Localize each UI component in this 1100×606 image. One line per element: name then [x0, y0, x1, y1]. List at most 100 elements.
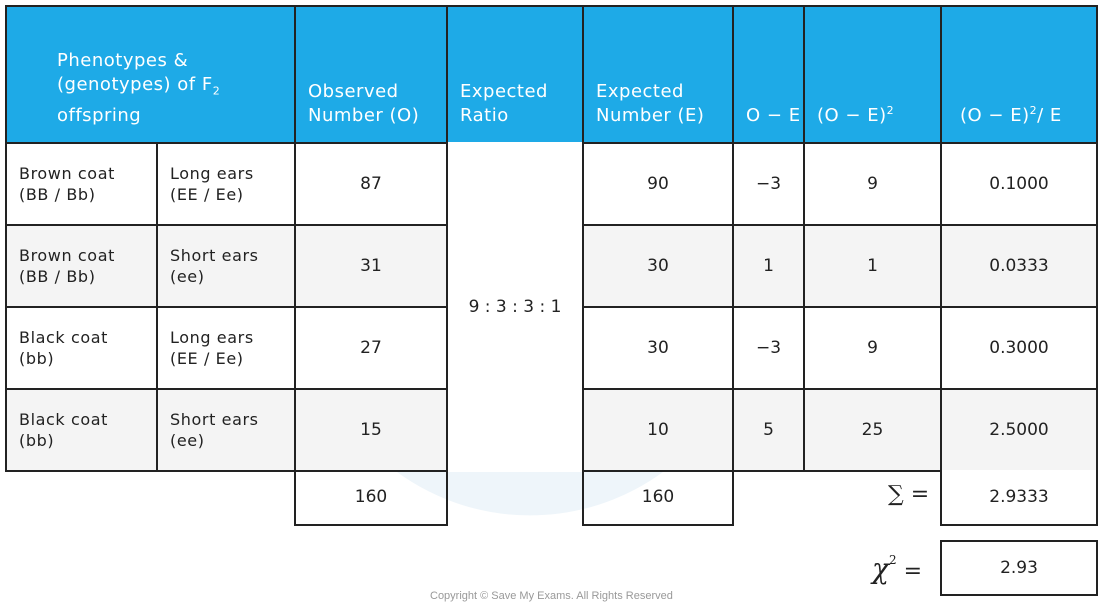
sum-value-cell: 2.9333 [940, 470, 1098, 526]
header-text: Expected [596, 81, 684, 102]
cell-text: Short ears [170, 410, 259, 429]
cell-value: 1 [867, 256, 878, 276]
header-o-minus-e: O − E [732, 5, 805, 144]
chi-term-cell: 2.5000 [940, 388, 1098, 472]
cell-text: (ee) [170, 431, 205, 450]
cell-value: 87 [360, 174, 382, 194]
observed-cell: 87 [294, 142, 448, 226]
expected-cell: 10 [582, 388, 734, 472]
chi-symbol: χ [872, 552, 889, 585]
cell-value: 9 [867, 174, 878, 194]
sum-value: 2.9333 [989, 487, 1049, 507]
o-minus-e-squared-cell: 9 [803, 142, 942, 226]
header-ratio: Expected Ratio [446, 5, 584, 144]
cell-text: Black coat [19, 328, 109, 347]
header-text: Ratio [460, 105, 509, 126]
subscript: 2 [212, 85, 221, 98]
superscript: 2 [886, 104, 895, 117]
coat-phenotype-cell: Brown coat (BB / Bb) [5, 142, 160, 226]
cell-text: (bb) [19, 431, 55, 450]
header-text: / E [1037, 105, 1062, 126]
cell-value: 30 [647, 338, 669, 358]
cell-text: Black coat [19, 410, 109, 429]
o-minus-e-cell: 1 [732, 224, 805, 308]
header-text: (genotypes) of F [57, 74, 213, 96]
cell-value: 15 [360, 420, 382, 440]
superscript: 2 [1029, 104, 1038, 117]
expected-cell: 30 [582, 224, 734, 308]
cell-text: Short ears [170, 246, 259, 265]
cell-text: (ee) [170, 267, 205, 286]
ears-phenotype-cell: Short ears (ee) [156, 224, 296, 308]
header-text: offspring [57, 105, 142, 126]
observed-cell: 15 [294, 388, 448, 472]
header-text: Number (E) [596, 105, 705, 126]
copyright-text: Copyright © Save My Exams. All Rights Re… [430, 590, 673, 602]
ears-phenotype-cell: Long ears (EE / Ee) [156, 142, 296, 226]
cell-value: 27 [360, 338, 382, 358]
chi-term-cell: 0.0333 [940, 224, 1098, 308]
o-minus-e-squared-cell: 9 [803, 306, 942, 390]
sum-label: ∑ = [888, 482, 930, 507]
equals-sign: = [903, 559, 923, 584]
cell-value: 2.5000 [989, 420, 1049, 440]
total-observed-cell: 160 [294, 470, 448, 526]
cell-text: (bb) [19, 349, 55, 368]
header-text: O − E [746, 105, 801, 126]
expected-cell: 30 [582, 306, 734, 390]
o-minus-e-cell: −3 [732, 142, 805, 226]
expected-ratio-value: 9 : 3 : 3 : 1 [468, 297, 562, 317]
o-minus-e-squared-cell: 1 [803, 224, 942, 308]
chi-term-cell: 0.3000 [940, 306, 1098, 390]
cell-value: 30 [647, 256, 669, 276]
observed-cell: 27 [294, 306, 448, 390]
coat-phenotype-cell: Black coat (bb) [5, 306, 160, 390]
cell-value: 1 [763, 256, 774, 276]
cell-value: 90 [647, 174, 669, 194]
observed-cell: 31 [294, 224, 448, 308]
cell-value: 0.3000 [989, 338, 1049, 358]
o-minus-e-cell: −3 [732, 306, 805, 390]
cell-text: (EE / Ee) [170, 349, 244, 368]
coat-phenotype-cell: Brown coat (BB / Bb) [5, 224, 160, 308]
cell-text: Brown coat [19, 164, 115, 183]
header-text: Phenotypes & [57, 50, 189, 72]
chi-square-label: χ2 = [872, 552, 922, 585]
cell-text: Brown coat [19, 246, 115, 265]
header-text: Observed [308, 81, 399, 102]
ears-phenotype-cell: Long ears (EE / Ee) [156, 306, 296, 390]
cell-value: 31 [360, 256, 382, 276]
header-text: Number (O) [308, 105, 420, 126]
header-chi-term: (O − E)2/ E [940, 5, 1098, 144]
cell-value: 10 [647, 420, 669, 440]
cell-value: −3 [755, 174, 782, 194]
cell-value: 9 [867, 338, 878, 358]
cell-value: 0.1000 [989, 174, 1049, 194]
header-phenotypes: Phenotypes & (genotypes) of F2 offspring [5, 5, 296, 144]
cell-text: (BB / Bb) [19, 185, 96, 204]
o-minus-e-squared-cell: 25 [803, 388, 942, 472]
cell-text: (EE / Ee) [170, 185, 244, 204]
chi-term-cell: 0.1000 [940, 142, 1098, 226]
header-observed: Observed Number (O) [294, 5, 448, 144]
cell-text: Long ears [170, 328, 254, 347]
header-text: Expected [460, 81, 548, 102]
expected-cell: 90 [582, 142, 734, 226]
expected-ratio-cell: 9 : 3 : 3 : 1 [446, 142, 584, 472]
header-text: (O − E) [817, 105, 887, 126]
cell-value: −3 [755, 338, 782, 358]
header-o-minus-e-squared: (O − E)2 [803, 5, 942, 144]
cell-value: 25 [861, 420, 884, 440]
total-expected-value: 160 [641, 487, 675, 507]
chi-square-value: 2.93 [1000, 558, 1038, 578]
cell-value: 5 [763, 420, 774, 440]
total-observed-value: 160 [354, 487, 388, 507]
header-expected: Expected Number (E) [582, 5, 734, 144]
header-text: (O − E) [960, 105, 1030, 126]
cell-value: 0.0333 [989, 256, 1049, 276]
cell-text: (BB / Bb) [19, 267, 96, 286]
cell-text: Long ears [170, 164, 254, 183]
ears-phenotype-cell: Short ears (ee) [156, 388, 296, 472]
o-minus-e-cell: 5 [732, 388, 805, 472]
superscript: 2 [888, 553, 897, 567]
